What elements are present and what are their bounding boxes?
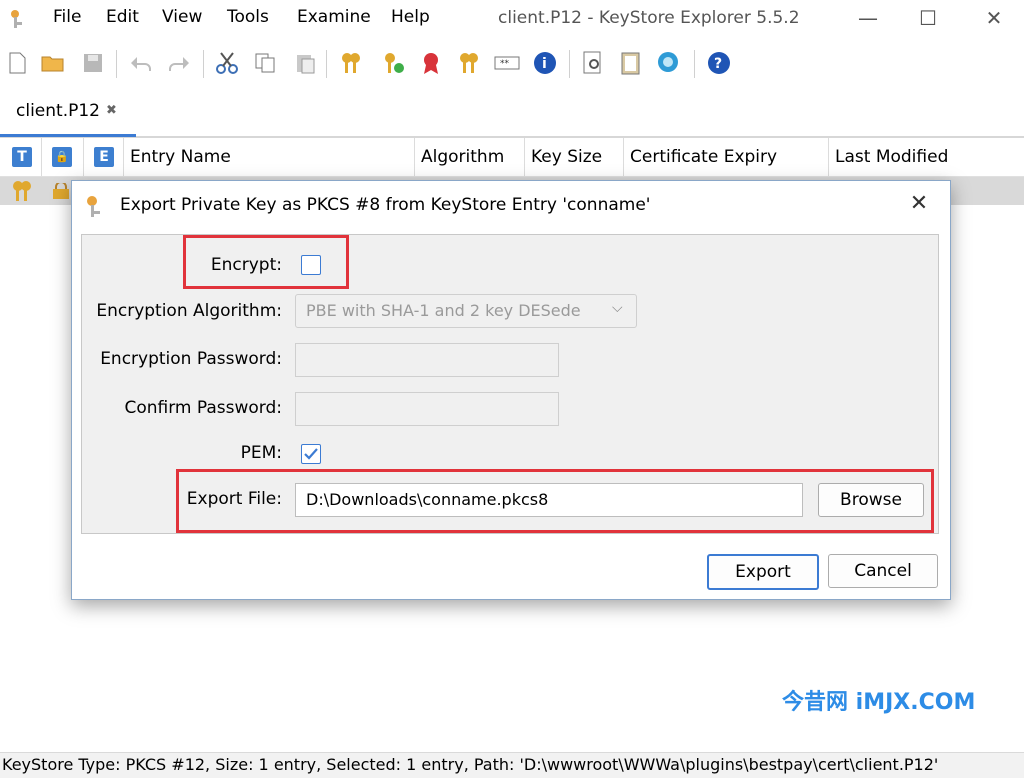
minimize-icon[interactable]: — bbox=[846, 4, 890, 32]
svg-text:**: ** bbox=[500, 59, 510, 69]
export-button[interactable]: Export bbox=[707, 554, 819, 590]
dialog-title: Export Private Key as PKCS #8 from KeySt… bbox=[120, 195, 651, 215]
window-title: client.P12 - KeyStore Explorer 5.5.2 bbox=[498, 8, 800, 28]
set-password-icon[interactable]: ** bbox=[494, 50, 520, 76]
column-key-size[interactable]: Key Size bbox=[525, 138, 624, 176]
toolbar-separator bbox=[203, 50, 204, 78]
pem-checkbox[interactable] bbox=[301, 444, 321, 464]
redo-icon[interactable] bbox=[166, 50, 192, 76]
import-trusted-cert-icon[interactable] bbox=[418, 50, 444, 76]
chevron-down-icon: ⌵ bbox=[612, 300, 623, 316]
toolbar: ** i ? bbox=[0, 40, 1024, 88]
column-type[interactable]: T bbox=[0, 138, 42, 176]
column-entry-name[interactable]: Entry Name bbox=[124, 138, 415, 176]
encryption-password-label: Encryption Password: bbox=[100, 349, 282, 369]
status-bar: KeyStore Type: PKCS #12, Size: 1 entry, … bbox=[0, 752, 1024, 778]
undo-icon[interactable] bbox=[128, 50, 154, 76]
open-icon[interactable] bbox=[40, 50, 66, 76]
column-lock[interactable]: 🔒 bbox=[42, 138, 84, 176]
table-header: T 🔒 E Entry Name Algorithm Key Size Cert… bbox=[0, 138, 1024, 177]
encryption-algorithm-select[interactable]: PBE with SHA-1 and 2 key DESede ⌵ bbox=[295, 294, 637, 328]
toolbar-separator bbox=[569, 50, 570, 78]
svg-text:i: i bbox=[542, 56, 547, 72]
tab-close-icon[interactable]: ✖ bbox=[106, 103, 117, 118]
cancel-button[interactable]: Cancel bbox=[828, 554, 938, 588]
copy-icon[interactable] bbox=[252, 50, 278, 76]
title-bar: File Edit View Tools Examine Help client… bbox=[0, 0, 1024, 38]
encrypt-label: Encrypt: bbox=[210, 255, 282, 275]
menu-help[interactable]: Help bbox=[391, 7, 430, 27]
properties-icon[interactable]: i bbox=[532, 50, 558, 76]
toolbar-separator bbox=[326, 50, 327, 78]
svg-text:?: ? bbox=[714, 56, 722, 72]
export-file-input[interactable]: D:\Downloads\conname.pkcs8 bbox=[295, 483, 803, 517]
browse-button[interactable]: Browse bbox=[818, 483, 924, 517]
watermark: 今昔网 iMJX.COM bbox=[782, 690, 976, 715]
encrypt-checkbox[interactable] bbox=[301, 255, 321, 275]
import-keypair-icon[interactable] bbox=[456, 50, 482, 76]
dialog-app-icon bbox=[82, 193, 108, 219]
export-file-label: Export File: bbox=[186, 489, 282, 509]
status-text: KeyStore Type: PKCS #12, Size: 1 entry, … bbox=[2, 755, 939, 774]
close-window-icon[interactable]: ✕ bbox=[972, 4, 1016, 32]
encryption-algorithm-label: Encryption Algorithm: bbox=[96, 301, 282, 321]
menu-tools[interactable]: Tools bbox=[227, 7, 269, 27]
keypair-entry-icon bbox=[10, 179, 34, 203]
expiry-column-icon: E bbox=[94, 147, 114, 167]
generate-keypair-icon[interactable] bbox=[338, 50, 364, 76]
lock-column-icon: 🔒 bbox=[52, 147, 72, 167]
generate-secret-key-icon[interactable] bbox=[380, 50, 406, 76]
new-icon[interactable] bbox=[4, 50, 30, 76]
tab-client-p12[interactable]: client.P12 ✖ bbox=[0, 90, 136, 137]
examine-file-icon[interactable] bbox=[580, 50, 606, 76]
lock-icon bbox=[52, 181, 70, 199]
maximize-icon[interactable]: ☐ bbox=[906, 4, 950, 32]
export-file-value: D:\Downloads\conname.pkcs8 bbox=[306, 490, 549, 509]
paste-icon[interactable] bbox=[292, 50, 318, 76]
tab-bar: client.P12 ✖ bbox=[0, 90, 1024, 138]
cut-icon[interactable] bbox=[214, 50, 240, 76]
column-last-modified[interactable]: Last Modified bbox=[829, 138, 1024, 176]
dialog-close-icon[interactable]: ✕ bbox=[904, 189, 934, 219]
column-expiry[interactable]: E bbox=[84, 138, 124, 176]
options-panel: Encrypt: Encryption Algorithm: PBE with … bbox=[81, 234, 939, 534]
app-icon bbox=[6, 6, 30, 30]
type-column-icon: T bbox=[12, 147, 32, 167]
column-algorithm[interactable]: Algorithm bbox=[415, 138, 525, 176]
menu-edit[interactable]: Edit bbox=[106, 7, 139, 27]
menu-view[interactable]: View bbox=[162, 7, 202, 27]
confirm-password-field[interactable] bbox=[295, 392, 559, 426]
examine-ssl-icon[interactable] bbox=[656, 50, 682, 76]
save-icon[interactable] bbox=[80, 50, 106, 76]
examine-clipboard-icon[interactable] bbox=[618, 50, 644, 76]
menu-examine[interactable]: Examine bbox=[297, 7, 371, 27]
confirm-password-label: Confirm Password: bbox=[124, 398, 282, 418]
export-private-key-dialog: Export Private Key as PKCS #8 from KeySt… bbox=[71, 180, 951, 600]
toolbar-separator bbox=[116, 50, 117, 78]
column-certificate-expiry[interactable]: Certificate Expiry bbox=[624, 138, 829, 176]
tab-label: client.P12 bbox=[16, 101, 100, 121]
menu-file[interactable]: File bbox=[53, 7, 81, 27]
pem-label: PEM: bbox=[240, 443, 282, 463]
help-icon[interactable]: ? bbox=[706, 50, 732, 76]
encryption-algorithm-value: PBE with SHA-1 and 2 key DESede bbox=[306, 301, 581, 320]
encryption-password-field[interactable] bbox=[295, 343, 559, 377]
toolbar-separator bbox=[694, 50, 695, 78]
